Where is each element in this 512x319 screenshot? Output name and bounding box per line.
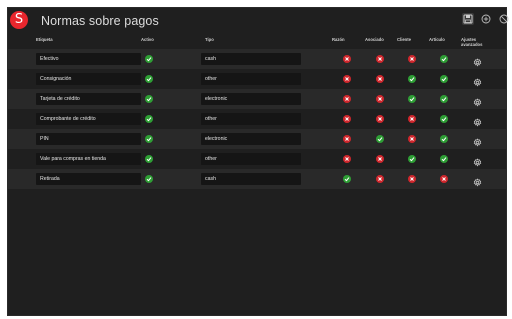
column-associated: Asociado [365, 37, 384, 42]
save-button[interactable] [462, 13, 474, 25]
active-toggle-check-icon[interactable] [145, 175, 153, 183]
item-toggle-check-icon[interactable] [440, 75, 448, 83]
reason-toggle-cross-icon[interactable] [343, 155, 351, 163]
item-toggle-cross-icon[interactable] [440, 175, 448, 183]
item-toggle-check-icon[interactable] [440, 155, 448, 163]
column-customer: Cliente [397, 37, 411, 42]
label-field[interactable]: Retirada [36, 173, 141, 185]
type-field[interactable]: other [201, 153, 301, 165]
active-toggle-check-icon[interactable] [145, 55, 153, 63]
active-toggle-check-icon[interactable] [145, 115, 153, 123]
gear-icon[interactable] [473, 174, 482, 187]
app-window: S Normas sobre pagos Etiqueta Activo Tip… [7, 7, 509, 316]
gear-icon[interactable] [473, 54, 482, 67]
item-toggle-check-icon[interactable] [440, 95, 448, 103]
item-toggle-check-icon[interactable] [440, 55, 448, 63]
associated-toggle-cross-icon[interactable] [376, 115, 384, 123]
block-icon [499, 14, 509, 24]
associated-toggle-cross-icon[interactable] [376, 95, 384, 103]
page-title: Normas sobre pagos [41, 14, 159, 28]
active-toggle-check-icon[interactable] [145, 95, 153, 103]
associated-toggle-cross-icon[interactable] [376, 155, 384, 163]
column-advanced: Ajustes avanzados [461, 37, 482, 47]
table-row: Retirada cash [8, 169, 506, 189]
reason-toggle-cross-icon[interactable] [343, 95, 351, 103]
associated-toggle-cross-icon[interactable] [376, 75, 384, 83]
label-field[interactable]: Vale para compras en tienda [36, 153, 141, 165]
add-button[interactable] [480, 13, 492, 25]
reason-toggle-cross-icon[interactable] [343, 115, 351, 123]
gear-icon[interactable] [473, 74, 482, 87]
customer-toggle-check-icon[interactable] [408, 95, 416, 103]
customer-toggle-cross-icon[interactable] [408, 55, 416, 63]
table-row: Vale para compras en tienda other [8, 149, 506, 169]
label-field[interactable]: PIN [36, 133, 141, 145]
reason-toggle-cross-icon[interactable] [343, 55, 351, 63]
gear-icon[interactable] [473, 154, 482, 167]
label-field[interactable]: Consignación [36, 73, 141, 85]
add-icon [481, 14, 491, 24]
gear-icon[interactable] [473, 134, 482, 147]
customer-toggle-cross-icon[interactable] [408, 115, 416, 123]
column-active: Activo [141, 37, 154, 42]
label-field[interactable]: Tarjeta de crédito [36, 93, 141, 105]
column-type: Tipo [205, 37, 214, 42]
label-field[interactable]: Efectivo [36, 53, 141, 65]
active-toggle-check-icon[interactable] [145, 135, 153, 143]
customer-toggle-cross-icon[interactable] [408, 135, 416, 143]
reason-toggle-check-icon[interactable] [343, 175, 351, 183]
associated-toggle-check-icon[interactable] [376, 135, 384, 143]
column-advanced-line2: avanzados [461, 42, 483, 47]
header: S Normas sobre pagos [8, 8, 509, 34]
column-reason: Razón [332, 37, 345, 42]
app-logo: S [10, 11, 28, 29]
label-field[interactable]: Comprobante de crédito [36, 113, 141, 125]
disable-button[interactable] [498, 13, 510, 25]
table-row: PIN electronic [8, 129, 506, 149]
type-field[interactable]: electronic [201, 93, 301, 105]
item-toggle-check-icon[interactable] [440, 115, 448, 123]
save-icon [463, 14, 473, 24]
table-row: Tarjeta de crédito electronic [8, 89, 506, 109]
table-row: Consignación other [8, 69, 506, 89]
column-item: Artículo [429, 37, 445, 42]
table-row: Comprobante de crédito other [8, 109, 506, 129]
type-field[interactable]: cash [201, 53, 301, 65]
reason-toggle-cross-icon[interactable] [343, 135, 351, 143]
gear-icon[interactable] [473, 114, 482, 127]
customer-toggle-check-icon[interactable] [408, 155, 416, 163]
item-toggle-check-icon[interactable] [440, 135, 448, 143]
associated-toggle-cross-icon[interactable] [376, 175, 384, 183]
type-field[interactable]: other [201, 73, 301, 85]
active-toggle-check-icon[interactable] [145, 155, 153, 163]
reason-toggle-cross-icon[interactable] [343, 75, 351, 83]
customer-toggle-check-icon[interactable] [408, 75, 416, 83]
table-row: Efectivo cash [8, 49, 506, 69]
active-toggle-check-icon[interactable] [145, 75, 153, 83]
type-field[interactable]: cash [201, 173, 301, 185]
type-field[interactable]: electronic [201, 133, 301, 145]
column-label: Etiqueta [36, 37, 53, 42]
type-field[interactable]: other [201, 113, 301, 125]
customer-toggle-cross-icon[interactable] [408, 175, 416, 183]
gear-icon[interactable] [473, 94, 482, 107]
associated-toggle-cross-icon[interactable] [376, 55, 384, 63]
